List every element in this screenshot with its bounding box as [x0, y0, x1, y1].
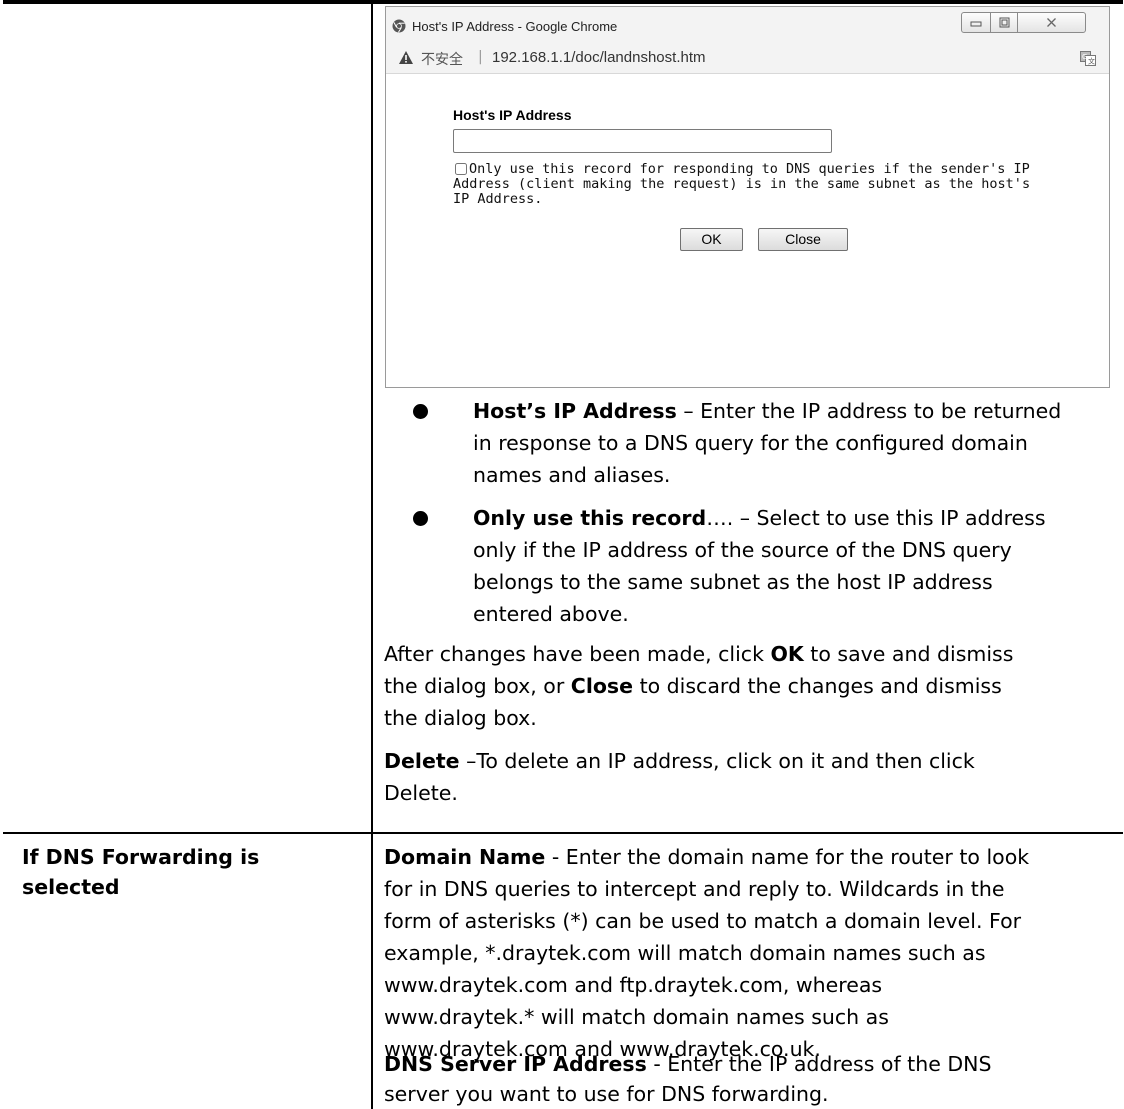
delete-term: Delete — [384, 749, 460, 773]
bullet-term: Host’s IP Address — [473, 399, 677, 423]
text-run: –To delete an IP address, click on it an… — [459, 749, 975, 773]
table-column-divider — [371, 4, 373, 1109]
svg-text:G: G — [1082, 53, 1087, 61]
domain-name-line: form of asterisks (*) can be used to mat… — [384, 909, 1022, 933]
bullet-host-ip: Host’s IP Address – Enter the IP address… — [473, 396, 1061, 426]
forwarding-heading: selected — [22, 872, 120, 902]
host-ip-field-label: Host's IP Address — [453, 107, 572, 123]
address-bar[interactable]: 不安全 | 192.168.1.1/doc/landnshost.htm G 文 — [386, 43, 1109, 74]
window-title: Host's IP Address - Google Chrome — [412, 19, 618, 34]
bullet-text: entered above. — [473, 602, 629, 626]
warning-icon — [399, 51, 413, 64]
domain-name-line: example, *.draytek.com will match domain… — [384, 941, 986, 965]
close-button[interactable]: Close — [758, 228, 848, 251]
delete-note-line: Delete –To delete an IP address, click o… — [384, 746, 975, 776]
insecure-label: 不安全 — [421, 52, 463, 68]
bullet-text: – Enter the IP address to be returned — [676, 399, 1062, 423]
window-controls — [961, 12, 1086, 33]
minimize-icon — [970, 21, 982, 26]
domain-name-line: www.draytek.* will match domain names su… — [384, 1005, 889, 1029]
maximize-icon — [999, 17, 1009, 28]
heading-line: If DNS Forwarding is — [22, 845, 260, 869]
domain-name-line: www.draytek.com and ftp.draytek.com, whe… — [384, 973, 883, 997]
ok-term: OK — [770, 642, 804, 666]
bullet-text: …. – Select to use this IP address — [706, 506, 1046, 530]
domain-name-term: Domain Name — [384, 845, 546, 869]
bullet-text: only if the IP address of the source of … — [473, 538, 1012, 562]
translate-icon[interactable]: G 文 — [1080, 51, 1096, 66]
bullet-text: belongs to the same subnet as the host I… — [473, 570, 993, 594]
host-ip-input[interactable] — [453, 129, 832, 153]
text-run: to discard the changes and dismiss — [633, 674, 1002, 698]
address-separator: | — [478, 49, 483, 65]
dns-server-line: server you want to use for DNS forwardin… — [384, 1082, 829, 1106]
close-window-button[interactable] — [1017, 13, 1085, 32]
text-run: - Enter the IP address of the DNS — [646, 1052, 992, 1076]
text-run: After changes have been made, click — [384, 642, 771, 666]
domain-name-line: Domain Name - Enter the domain name for … — [384, 842, 1029, 872]
chrome-icon — [392, 19, 406, 33]
after-changes-line: the dialog box. — [384, 706, 537, 730]
dns-server-term: DNS Server IP Address — [384, 1052, 647, 1076]
bullet-text: in response to a DNS query for the confi… — [473, 431, 1028, 455]
domain-name-line: for in DNS queries to intercept and repl… — [384, 877, 1005, 901]
bullet-only-use: Only use this record…. – Select to use t… — [473, 503, 1046, 533]
svg-text:文: 文 — [1088, 57, 1095, 66]
after-changes-line: the dialog box, or Close to discard the … — [384, 671, 1002, 701]
table-row-divider — [3, 832, 1123, 834]
manual-page: Host's IP Address - Google Chrome 不安全 | … — [0, 0, 1124, 1109]
forwarding-heading: If DNS Forwarding is — [22, 842, 259, 872]
host-ip-popup-window: Host's IP Address - Google Chrome 不安全 | … — [385, 6, 1110, 388]
table-top-border — [3, 0, 1123, 4]
bullet-term: Only use this record — [473, 506, 707, 530]
maximize-button[interactable] — [990, 13, 1017, 32]
text-run: the dialog box, or — [384, 674, 571, 698]
url-text[interactable]: 192.168.1.1/doc/landnshost.htm — [492, 49, 706, 66]
heading-line: selected — [22, 875, 120, 899]
ok-button[interactable]: OK — [680, 228, 743, 251]
after-changes-line: After changes have been made, click OK t… — [384, 639, 1013, 669]
delete-note-line: Delete. — [384, 781, 458, 805]
bullet-dot — [413, 404, 428, 419]
close-icon — [1047, 18, 1056, 27]
window-titlebar: Host's IP Address - Google Chrome — [386, 7, 1109, 43]
text-run: to save and dismiss — [803, 642, 1014, 666]
minimize-button[interactable] — [962, 13, 990, 32]
bullet-dot — [413, 511, 428, 526]
text-run: - Enter the domain name for the router t… — [545, 845, 1030, 869]
same-subnet-label: Only use this record for responding to D… — [453, 161, 1031, 207]
dns-server-line: DNS Server IP Address - Enter the IP add… — [384, 1049, 991, 1079]
bullet-text: names and aliases. — [473, 463, 671, 487]
close-term: Close — [570, 674, 634, 698]
